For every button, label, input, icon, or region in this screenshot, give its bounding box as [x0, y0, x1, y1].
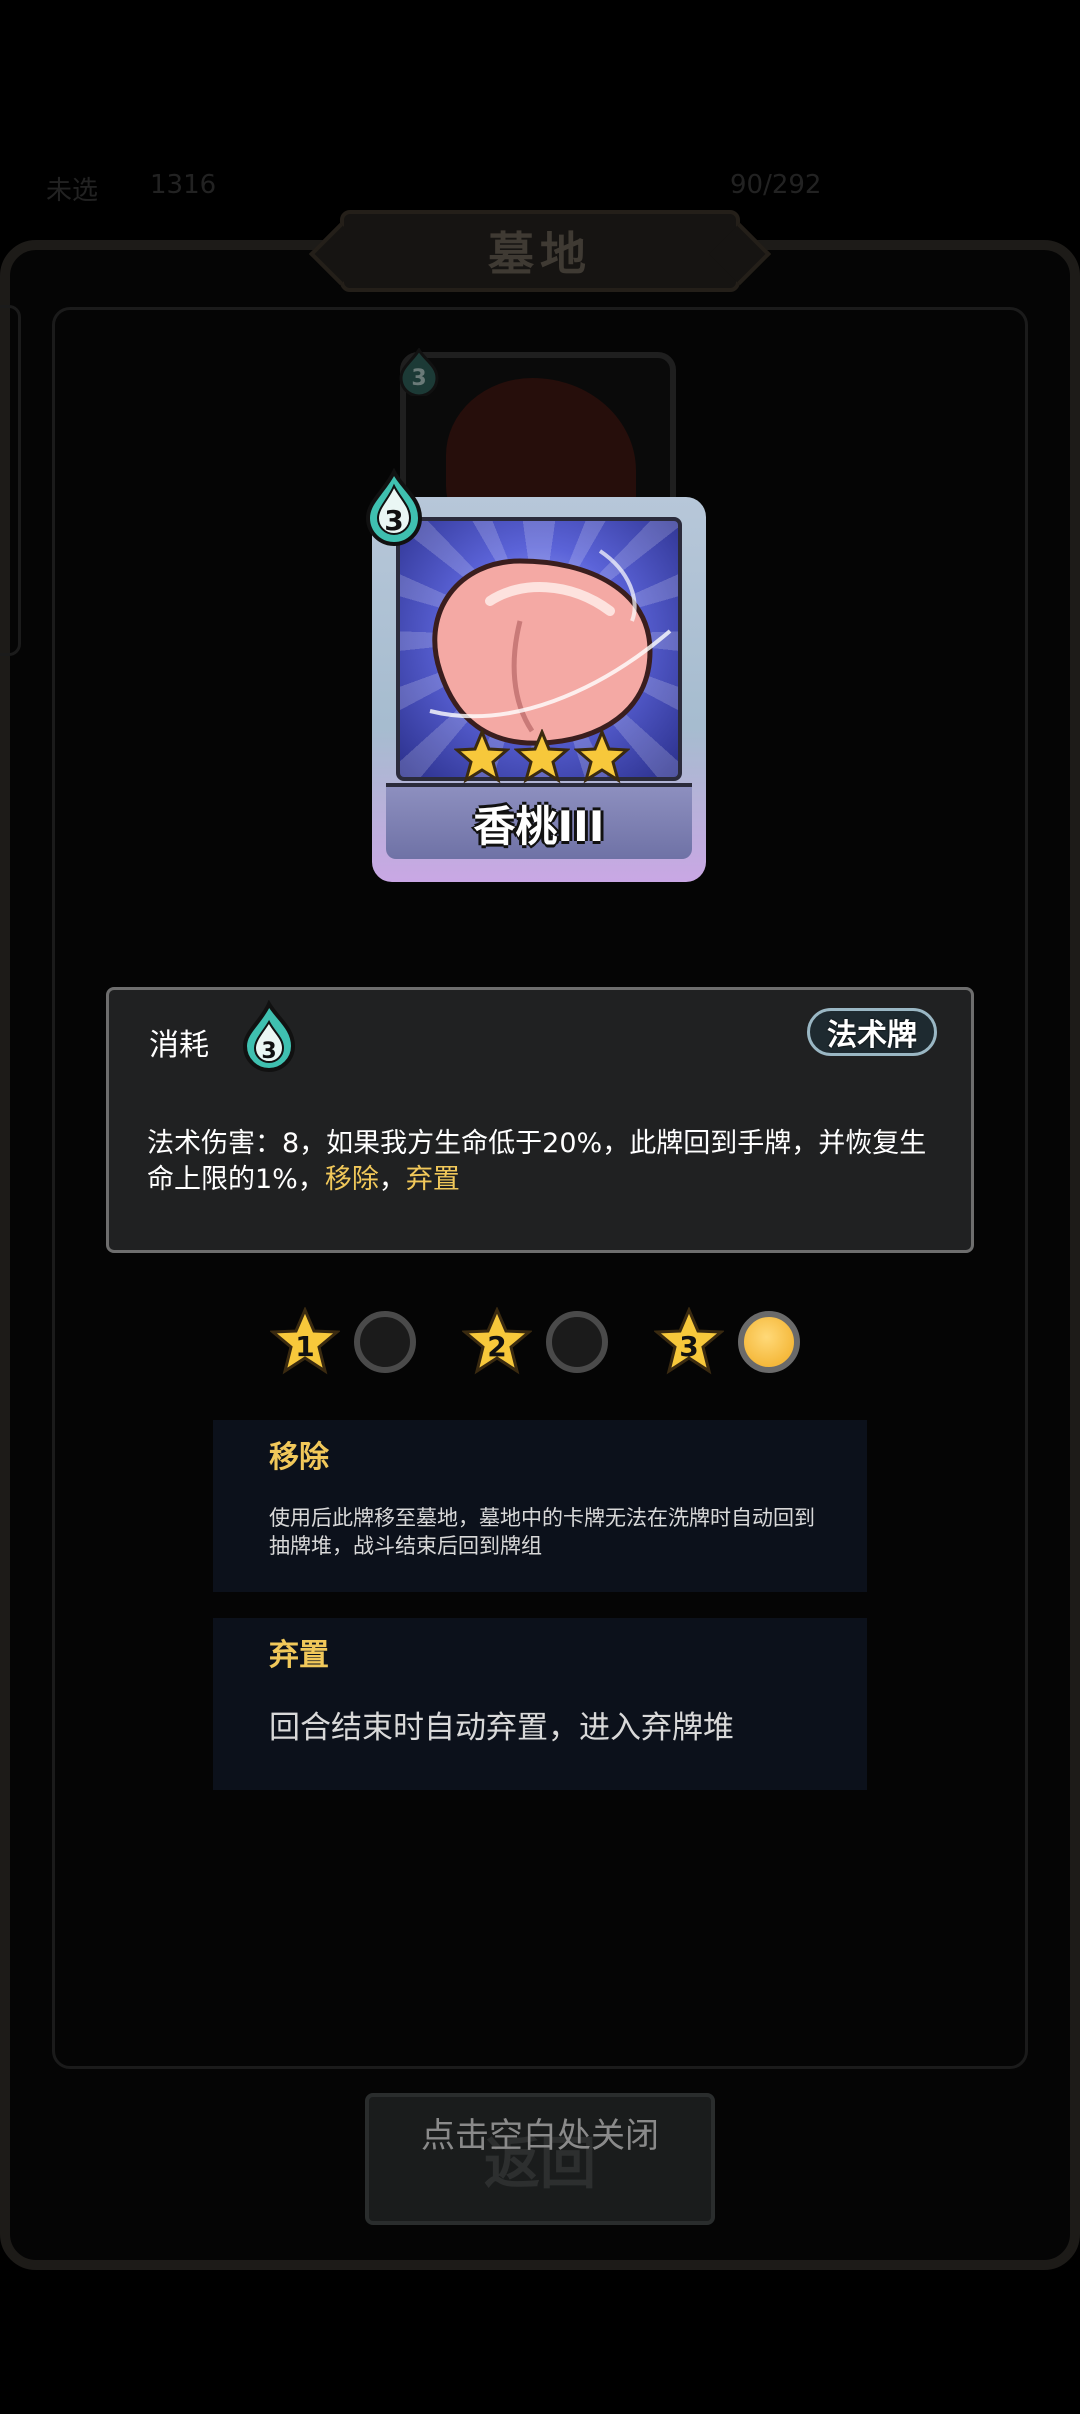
- star-icon: [454, 729, 510, 784]
- level-1-label: 1: [295, 1330, 314, 1363]
- keyword-remove-desc: 使用后此牌移至墓地，墓地中的卡牌无法在洗牌时自动回到抽牌堆，战斗结束后回到牌组: [269, 1506, 815, 1558]
- hud-gold: 1316: [150, 170, 217, 200]
- card-back-cost-value: 3: [411, 366, 426, 391]
- level-star-icon: 1: [270, 1307, 340, 1375]
- card-cost-icon: 3: [365, 468, 423, 546]
- keyword-remove-box: 移除 使用后此牌移至墓地，墓地中的卡牌无法在洗牌时自动回到抽牌堆，战斗结束后回到…: [213, 1420, 867, 1592]
- level-1[interactable]: 1: [270, 1306, 416, 1378]
- star-icon: [574, 729, 630, 784]
- card-description-text: 法术伤害：8，如果我方生命低于20%，此牌回到手牌，并恢复生命上限的1%，移除，…: [147, 1126, 947, 1198]
- card-type-badge: 法术牌: [807, 1008, 937, 1056]
- level-2-label: 2: [487, 1330, 506, 1363]
- panel-edge: [0, 305, 21, 656]
- level-3-indicator: [738, 1311, 800, 1373]
- level-3[interactable]: 3: [654, 1306, 800, 1378]
- close-hint: 点击空白处关闭: [421, 2116, 659, 2156]
- level-2[interactable]: 2: [462, 1306, 608, 1378]
- card-description-box: 消耗 3 法术牌 法术伤害：8，如果我方生命低于20%，此牌回到手牌，并恢复生命…: [106, 987, 974, 1253]
- panel-title: 墓地: [488, 227, 592, 281]
- hud-hp: 90/292: [730, 170, 822, 200]
- card-name-bar: 香桃III: [386, 783, 692, 859]
- card-star-rating: [454, 729, 634, 785]
- hud-left-label: 未选: [46, 176, 99, 206]
- level-3-label: 3: [679, 1330, 698, 1363]
- consume-label: 消耗: [149, 1028, 209, 1063]
- panel-title-plate: 墓地: [340, 210, 740, 292]
- keyword-remove-title: 移除: [269, 1440, 329, 1475]
- consume-value: 3: [261, 1039, 276, 1064]
- description-main: 法术伤害：8，如果我方生命低于20%，此牌回到手牌，并恢复生命上限的1%，: [147, 1128, 927, 1195]
- keyword-discard-desc: 回合结束时自动弃置，进入弃牌堆: [269, 1710, 734, 1746]
- level-1-indicator: [354, 1311, 416, 1373]
- keyword-remove-link[interactable]: 移除: [325, 1164, 379, 1195]
- star-icon: [514, 729, 570, 784]
- description-separator: ，: [378, 1164, 406, 1195]
- level-star-icon: 2: [462, 1307, 532, 1375]
- card-cost-value: 3: [384, 504, 403, 537]
- energy-cost-icon: 3: [242, 1000, 296, 1072]
- card-name: 香桃III: [473, 801, 605, 851]
- level-star-icon: 3: [654, 1307, 724, 1375]
- card-detail[interactable]: 香桃III: [372, 497, 706, 882]
- keyword-discard-title: 弃置: [269, 1638, 329, 1673]
- card-back-cost-icon: 3: [399, 348, 439, 396]
- level-2-indicator: [546, 1311, 608, 1373]
- keyword-discard-link[interactable]: 弃置: [406, 1164, 460, 1195]
- keyword-discard-box: 弃置 回合结束时自动弃置，进入弃牌堆: [213, 1618, 867, 1790]
- screen[interactable]: { "hud": { "left_label": "未选", "gold": "…: [0, 0, 1080, 2414]
